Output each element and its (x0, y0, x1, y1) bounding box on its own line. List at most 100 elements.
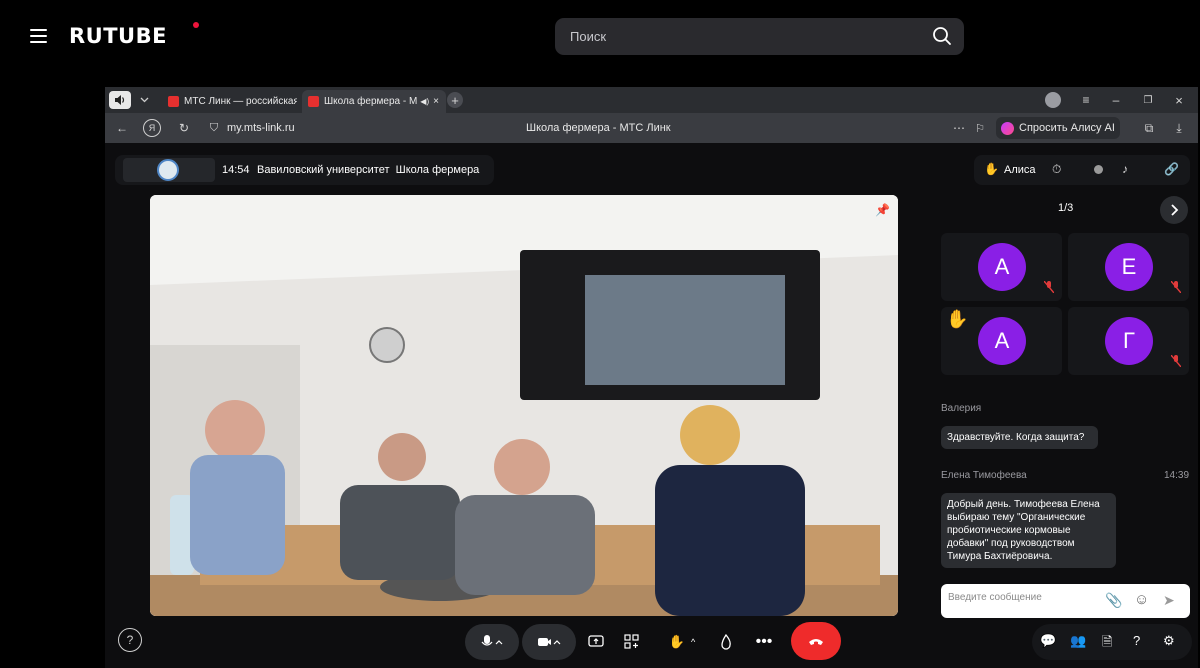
main-video[interactable]: 📌 (150, 195, 898, 616)
rutube-logo[interactable]: RUTUBE (69, 24, 167, 48)
hangup-button[interactable] (791, 622, 841, 660)
raised-hand-icon: ✋ (946, 309, 969, 329)
tab-label: Школа фермера - М (324, 96, 418, 107)
meeting-title: Вавиловский университет Школа фермера (257, 164, 480, 176)
menu-icon[interactable] (30, 29, 47, 43)
chat-line: добавки" под руководством (947, 538, 1075, 549)
chat-line: пробиотические кормовые (947, 525, 1071, 536)
mts-favicon-icon (308, 96, 319, 107)
more-dots-icon[interactable]: ⋯ (950, 119, 968, 137)
extensions-icon[interactable]: ⧉ (1140, 119, 1158, 137)
hangup-icon (809, 639, 823, 645)
new-tab-icon[interactable]: + (447, 92, 463, 108)
settings-icon[interactable]: ⚙ (1163, 633, 1175, 649)
message-input-box: 📎 ☺ ➤ (941, 584, 1190, 618)
chat-time: 14:39 (1164, 470, 1190, 481)
tab-shkola-fermera[interactable]: Школа фермера - М ◀) × (302, 90, 446, 113)
tab-label: МТС Линк — российская (184, 96, 297, 107)
tab-bar: МТС Линк — российская Школа фермера - М … (105, 87, 1198, 113)
back-icon[interactable]: ← (113, 120, 131, 136)
search-icon[interactable] (932, 26, 952, 46)
attach-icon[interactable]: 📎 (1105, 592, 1122, 609)
logo-dot (193, 22, 199, 28)
mts-favicon-icon (168, 96, 179, 107)
menu-lines-icon[interactable]: ≡ (1077, 91, 1095, 109)
meeting-time: 14:54 (222, 164, 250, 176)
chat-line: Тимура Бахтиёровича. (947, 551, 1053, 562)
alice-label[interactable]: Алиса (1004, 164, 1036, 176)
chevron-right-icon (1171, 204, 1179, 216)
rutube-header: RUTUBE Поиск (0, 0, 1200, 72)
mic-off-icon (1171, 281, 1181, 293)
participant-tile[interactable]: Г (1068, 307, 1189, 375)
send-icon[interactable]: ➤ (1163, 592, 1175, 609)
audio-playing-icon: ◀) (420, 97, 430, 106)
ask-alice-button[interactable]: Спросить Алису AI (996, 117, 1120, 139)
record-icon[interactable] (1094, 165, 1103, 174)
chat-message: Добрый день. Тимофеева Елена выбираю тем… (941, 493, 1116, 568)
profile-icon[interactable] (1045, 92, 1061, 108)
questions-icon[interactable]: ? (1133, 633, 1140, 648)
avatar: А (978, 243, 1026, 291)
restore-icon[interactable]: ❐ (1139, 91, 1157, 109)
pin-icon[interactable]: 📌 (875, 203, 890, 217)
shield-icon[interactable]: ⛉ (206, 120, 222, 136)
minimize-icon[interactable]: – (1107, 91, 1125, 109)
next-page-button[interactable] (1160, 196, 1188, 224)
chat-message: Здравствуйте. Когда защита? (941, 426, 1098, 449)
help-button[interactable]: ? (118, 628, 142, 652)
raise-hand-icon[interactable]: ✋ ^ (663, 632, 701, 652)
alice-icon (1001, 121, 1014, 135)
chat-line: выбираю тему "Органические (947, 512, 1086, 523)
address-bar: ← Я ↻ ⛉ my.mts-link.ru Школа фермера - М… (105, 113, 1198, 143)
timer-icon[interactable]: ⏱ (1052, 162, 1061, 177)
bookmark-icon[interactable]: ⚐ (971, 119, 989, 137)
chevron-down-icon[interactable] (135, 91, 153, 109)
mic-off-icon (1044, 281, 1054, 293)
yandex-icon[interactable]: Я (143, 119, 161, 137)
screen-share-icon[interactable] (585, 632, 607, 652)
url-text[interactable]: my.mts-link.ru (227, 122, 295, 134)
chat-line: Добрый день. Тимофеева Елена (947, 499, 1100, 510)
avatar: А (978, 317, 1026, 365)
chat-author: Елена Тимофеева (941, 470, 1027, 481)
university-seal-icon (157, 159, 179, 181)
meeting-tools-panel: ✋ Алиса ⏱ ♪ 🔗 (974, 155, 1190, 185)
download-icon[interactable]: ⤓ (1170, 119, 1188, 137)
camera-button[interactable] (522, 624, 576, 660)
more-icon[interactable]: ••• (753, 632, 775, 652)
files-icon[interactable]: 🗎 (1102, 633, 1112, 655)
avatar: Г (1105, 317, 1153, 365)
mic-off-icon (1171, 355, 1181, 367)
avatar: Е (1105, 243, 1153, 291)
video-frame-image (150, 195, 898, 616)
page-indicator: 1/3 (1058, 202, 1074, 214)
noise-icon[interactable]: ♪ (1122, 162, 1128, 176)
browser-window: МТС Линк — российская Школа фермера - М … (105, 87, 1198, 668)
tab-mts-link[interactable]: МТС Линк — российская (162, 90, 297, 113)
page-title-text: Школа фермера - МТС Линк (526, 122, 671, 134)
mic-icon (481, 635, 503, 646)
participant-tile[interactable]: ✋ А (941, 307, 1062, 375)
participants-icon[interactable]: 👥 (1070, 633, 1086, 649)
reaction-icon[interactable] (715, 632, 737, 652)
close-tab-icon[interactable]: × (433, 96, 439, 107)
ask-alice-label: Спросить Алису AI (1019, 122, 1115, 134)
chat-icon[interactable]: 💬 (1040, 633, 1056, 649)
reload-icon[interactable]: ↻ (175, 119, 193, 137)
link-icon[interactable]: 🔗 (1164, 162, 1179, 176)
camera-icon (538, 638, 561, 646)
meeting-info-panel: 14:54 Вавиловский университет Школа ферм… (115, 155, 494, 185)
participant-tile[interactable]: Е (1068, 233, 1189, 301)
search-bar[interactable]: Поиск (555, 18, 964, 55)
close-window-icon[interactable]: × (1170, 91, 1188, 109)
emoji-icon[interactable]: ☺ (1134, 591, 1149, 608)
hand-icon: ✋ (984, 162, 999, 176)
participant-tile[interactable]: А (941, 233, 1062, 301)
university-logo (123, 158, 215, 182)
layout-icon[interactable] (621, 632, 643, 652)
search-placeholder: Поиск (570, 29, 607, 44)
message-input[interactable] (948, 592, 1098, 603)
sound-icon[interactable] (109, 91, 131, 109)
mic-button[interactable] (465, 624, 519, 660)
